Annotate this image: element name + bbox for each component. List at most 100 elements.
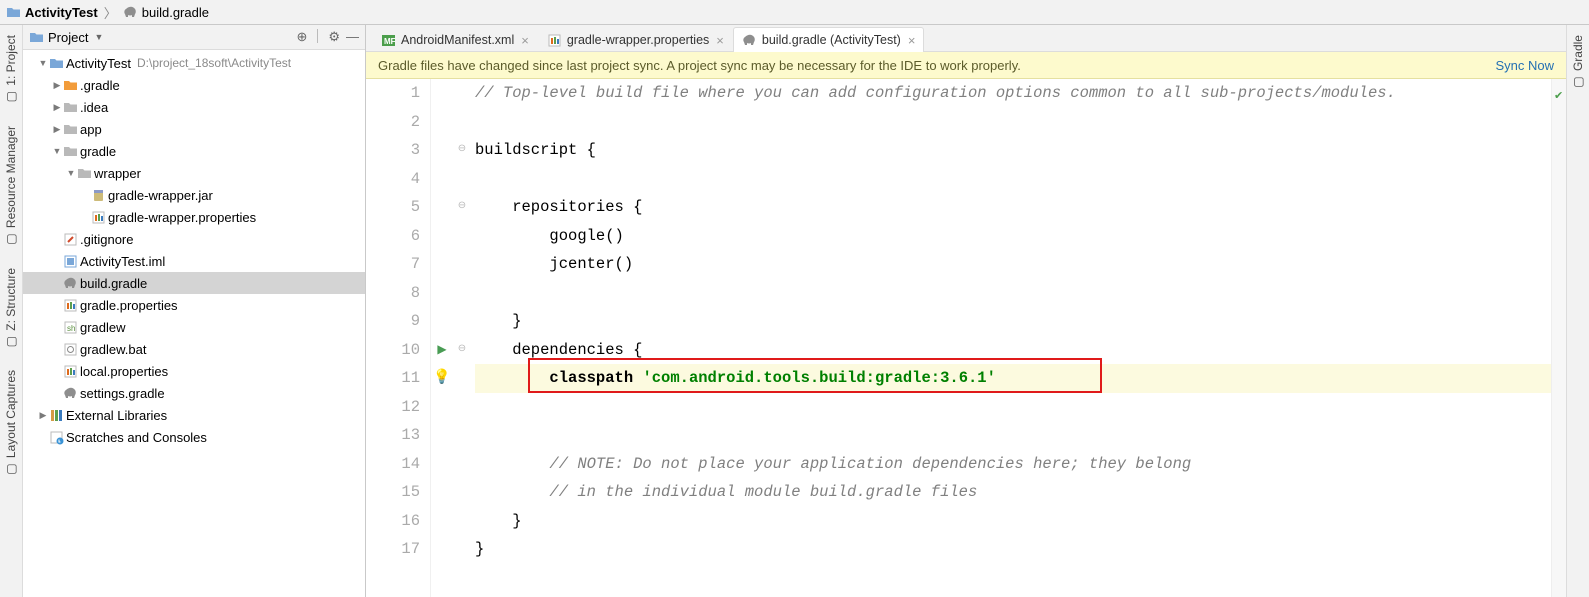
- gutter-icon-slot[interactable]: ▶: [431, 336, 453, 365]
- tool-window-button[interactable]: ▢Resource Manager: [2, 120, 20, 252]
- fold-gutter[interactable]: ⊖ ⊖ ⊖: [453, 79, 471, 597]
- code-line[interactable]: buildscript {: [475, 136, 1551, 165]
- code-line[interactable]: [475, 393, 1551, 422]
- gutter-icon-slot[interactable]: [431, 136, 453, 165]
- fold-slot[interactable]: ⊖: [453, 336, 471, 365]
- fold-slot[interactable]: [453, 478, 471, 507]
- line-number[interactable]: 12: [366, 393, 420, 422]
- fold-slot[interactable]: [453, 535, 471, 564]
- line-number[interactable]: 11: [366, 364, 420, 393]
- tree-row[interactable]: ▼ActivityTestD:\project_18soft\ActivityT…: [23, 52, 365, 74]
- gutter-icon-slot[interactable]: [431, 165, 453, 194]
- fold-slot[interactable]: [453, 222, 471, 251]
- close-icon[interactable]: ×: [908, 33, 916, 48]
- fold-slot[interactable]: [453, 165, 471, 194]
- fold-slot[interactable]: [453, 393, 471, 422]
- fold-slot[interactable]: [453, 79, 471, 108]
- tree-row[interactable]: ▶.idea: [23, 96, 365, 118]
- code-line[interactable]: // in the individual module build.gradle…: [475, 478, 1551, 507]
- close-icon[interactable]: ×: [521, 33, 529, 48]
- code-line[interactable]: [475, 165, 1551, 194]
- editor-tab[interactable]: build.gradle (ActivityTest)×: [733, 27, 925, 52]
- gutter-icon-slot[interactable]: [431, 393, 453, 422]
- line-number[interactable]: 13: [366, 421, 420, 450]
- fold-slot[interactable]: [453, 421, 471, 450]
- line-number[interactable]: 14: [366, 450, 420, 479]
- gutter-icon-slot[interactable]: [431, 222, 453, 251]
- code-line[interactable]: classpath 'com.android.tools.build:gradl…: [475, 364, 1551, 393]
- line-number[interactable]: 4: [366, 165, 420, 194]
- tree-row[interactable]: build.gradle: [23, 272, 365, 294]
- code-line[interactable]: // Top-level build file where you can ad…: [475, 79, 1551, 108]
- line-number[interactable]: 9: [366, 307, 420, 336]
- tree-row[interactable]: gradlew.bat: [23, 338, 365, 360]
- close-icon[interactable]: ×: [716, 33, 724, 48]
- code-line[interactable]: repositories {: [475, 193, 1551, 222]
- code-line[interactable]: jcenter(): [475, 250, 1551, 279]
- code-line[interactable]: [475, 421, 1551, 450]
- fold-slot[interactable]: [453, 450, 471, 479]
- code-editor[interactable]: 1234567891011121314151617 ▶💡 ⊖⊖⊖ // Top-…: [366, 79, 1566, 597]
- editor-tab[interactable]: gradle-wrapper.properties×: [538, 27, 733, 52]
- tree-row[interactable]: Scratches and Consoles: [23, 426, 365, 448]
- tree-row[interactable]: ActivityTest.iml: [23, 250, 365, 272]
- fold-slot[interactable]: ⊖: [453, 136, 471, 165]
- sync-now-link[interactable]: Sync Now: [1495, 58, 1554, 73]
- gutter-icons[interactable]: ▶💡: [431, 79, 453, 597]
- tree-arrow-icon[interactable]: ▼: [37, 58, 49, 68]
- line-number[interactable]: 15: [366, 478, 420, 507]
- tree-row[interactable]: ▶External Libraries: [23, 404, 365, 426]
- tree-row[interactable]: ▼wrapper: [23, 162, 365, 184]
- gutter-icon-slot[interactable]: [431, 250, 453, 279]
- tree-row[interactable]: ▶.gradle: [23, 74, 365, 96]
- code-line[interactable]: google(): [475, 222, 1551, 251]
- code-line[interactable]: }: [475, 507, 1551, 536]
- gutter-icon-slot[interactable]: [431, 279, 453, 308]
- line-number[interactable]: 3: [366, 136, 420, 165]
- project-tree[interactable]: ▼ActivityTestD:\project_18soft\ActivityT…: [23, 50, 365, 597]
- gutter-icon-slot[interactable]: [431, 421, 453, 450]
- code-line[interactable]: dependencies {: [475, 336, 1551, 365]
- collapse-all-icon[interactable]: —: [346, 29, 359, 45]
- code-line[interactable]: }: [475, 307, 1551, 336]
- tree-row[interactable]: ▼gradle: [23, 140, 365, 162]
- tool-window-button[interactable]: ▢1: Project: [2, 29, 20, 110]
- line-number[interactable]: 2: [366, 108, 420, 137]
- tree-row[interactable]: .gitignore: [23, 228, 365, 250]
- line-number-gutter[interactable]: 1234567891011121314151617: [366, 79, 431, 597]
- gutter-icon-slot[interactable]: [431, 193, 453, 222]
- tree-row[interactable]: gradle.properties: [23, 294, 365, 316]
- gear-icon[interactable]: ⚙: [328, 29, 340, 45]
- line-number[interactable]: 6: [366, 222, 420, 251]
- code-line[interactable]: [475, 108, 1551, 137]
- tree-row[interactable]: gradle-wrapper.jar: [23, 184, 365, 206]
- gutter-icon-slot[interactable]: [431, 535, 453, 564]
- run-icon[interactable]: ▶: [437, 336, 446, 365]
- tree-arrow-icon[interactable]: ▶: [51, 102, 63, 113]
- line-number[interactable]: 7: [366, 250, 420, 279]
- tree-arrow-icon[interactable]: ▼: [65, 168, 77, 178]
- fold-slot[interactable]: [453, 364, 471, 393]
- fold-slot[interactable]: [453, 108, 471, 137]
- gutter-icon-slot[interactable]: 💡: [431, 364, 453, 393]
- line-number[interactable]: 16: [366, 507, 420, 536]
- intention-bulb-icon[interactable]: 💡: [433, 364, 450, 393]
- gutter-icon-slot[interactable]: [431, 507, 453, 536]
- project-view-selector[interactable]: Project ▼: [29, 30, 290, 45]
- line-number[interactable]: 8: [366, 279, 420, 308]
- code-line[interactable]: }: [475, 535, 1551, 564]
- code-content[interactable]: // Top-level build file where you can ad…: [471, 79, 1551, 597]
- gutter-icon-slot[interactable]: [431, 450, 453, 479]
- tree-row[interactable]: ▶app: [23, 118, 365, 140]
- code-line[interactable]: [475, 279, 1551, 308]
- tree-row[interactable]: gradle-wrapper.properties: [23, 206, 365, 228]
- tree-row[interactable]: local.properties: [23, 360, 365, 382]
- tool-window-button[interactable]: ▢Z: Structure: [2, 262, 20, 355]
- fold-slot[interactable]: ⊖: [453, 193, 471, 222]
- tree-row[interactable]: settings.gradle: [23, 382, 365, 404]
- gutter-icon-slot[interactable]: [431, 478, 453, 507]
- fold-slot[interactable]: [453, 250, 471, 279]
- tree-row[interactable]: gradlew: [23, 316, 365, 338]
- tree-arrow-icon[interactable]: ▶: [51, 124, 63, 135]
- editor-tab[interactable]: AndroidManifest.xml×: [372, 27, 538, 52]
